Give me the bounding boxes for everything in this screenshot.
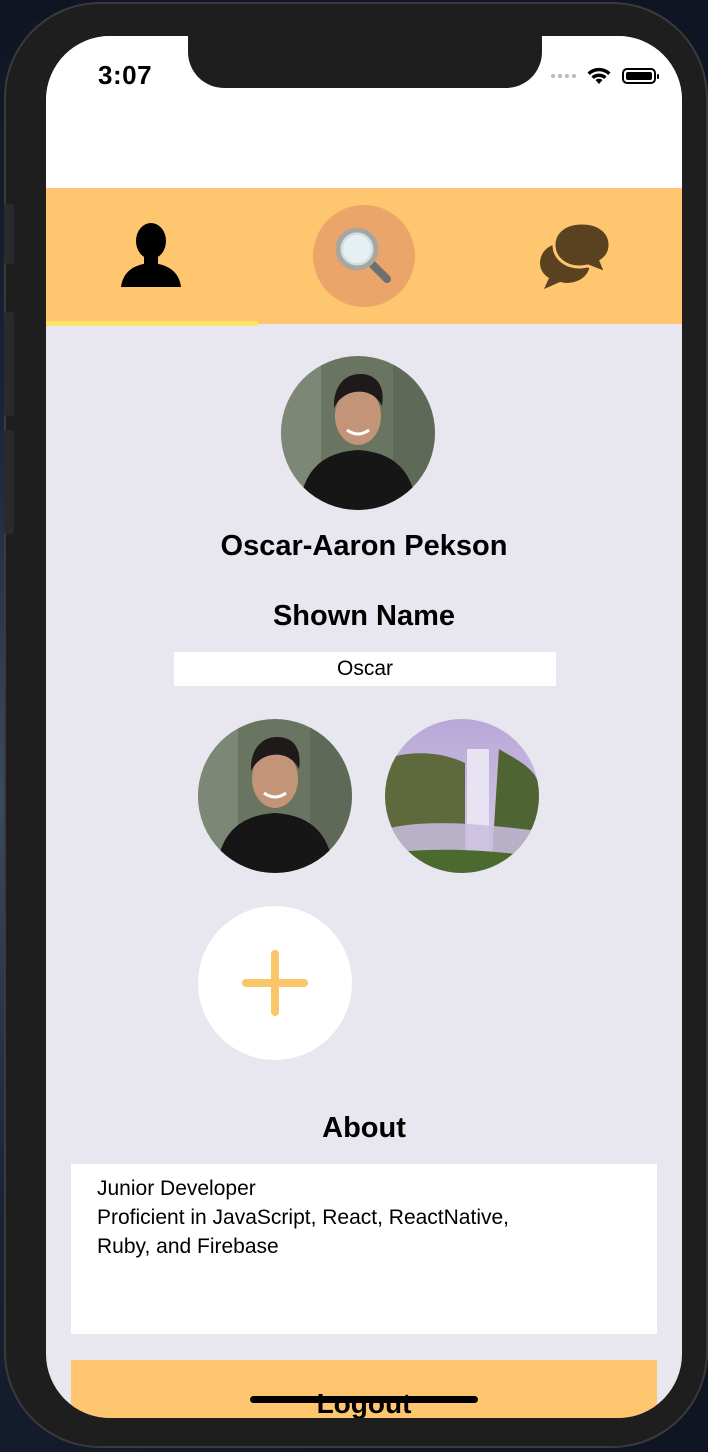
top-tab-bar — [46, 188, 682, 326]
volume-up-button — [4, 312, 14, 416]
photo-thumbnail-1[interactable] — [198, 719, 352, 873]
chat-bubbles-icon — [540, 221, 612, 289]
phone-frame: 3:07 Oscar-Aaron Pekson Shown Name Oscar… — [4, 2, 708, 1448]
shown-name-heading: Shown Name — [272, 600, 456, 632]
selected-tab-indicator — [46, 321, 258, 326]
notch — [188, 36, 542, 88]
tab-search[interactable] — [258, 188, 470, 324]
cellular-signal-icon — [551, 74, 576, 78]
search-tab-bubble — [313, 205, 415, 307]
photo-thumbnail-2[interactable] — [385, 719, 539, 873]
plus-icon — [242, 950, 308, 1016]
volume-down-button — [4, 430, 14, 534]
status-time: 3:07 — [98, 60, 153, 90]
tab-profile[interactable] — [46, 188, 258, 326]
about-textarea[interactable]: Junior Developer Proficient in JavaScrip… — [71, 1164, 657, 1334]
search-icon — [335, 227, 391, 283]
user-full-name: Oscar-Aaron Pekson — [220, 530, 508, 562]
home-indicator[interactable] — [250, 1396, 478, 1403]
logout-button[interactable]: Logout — [71, 1360, 657, 1418]
status-icons — [551, 66, 659, 86]
wifi-icon — [587, 67, 611, 84]
person-icon — [121, 223, 181, 287]
about-heading: About — [322, 1112, 406, 1144]
app-screen: 3:07 Oscar-Aaron Pekson Shown Name Oscar… — [46, 36, 682, 1418]
profile-photo-portrait — [198, 719, 352, 873]
mute-switch — [4, 204, 14, 264]
photo-waterfall — [385, 719, 539, 873]
tab-messages[interactable] — [470, 188, 682, 324]
shown-name-input[interactable] — [174, 652, 556, 686]
logout-label: Logout — [316, 1388, 412, 1418]
avatar[interactable] — [281, 356, 435, 510]
add-photo-button[interactable] — [198, 906, 352, 1060]
battery-icon — [622, 68, 659, 84]
status-bar: 3:07 — [46, 36, 682, 188]
profile-photo-portrait — [281, 356, 435, 510]
